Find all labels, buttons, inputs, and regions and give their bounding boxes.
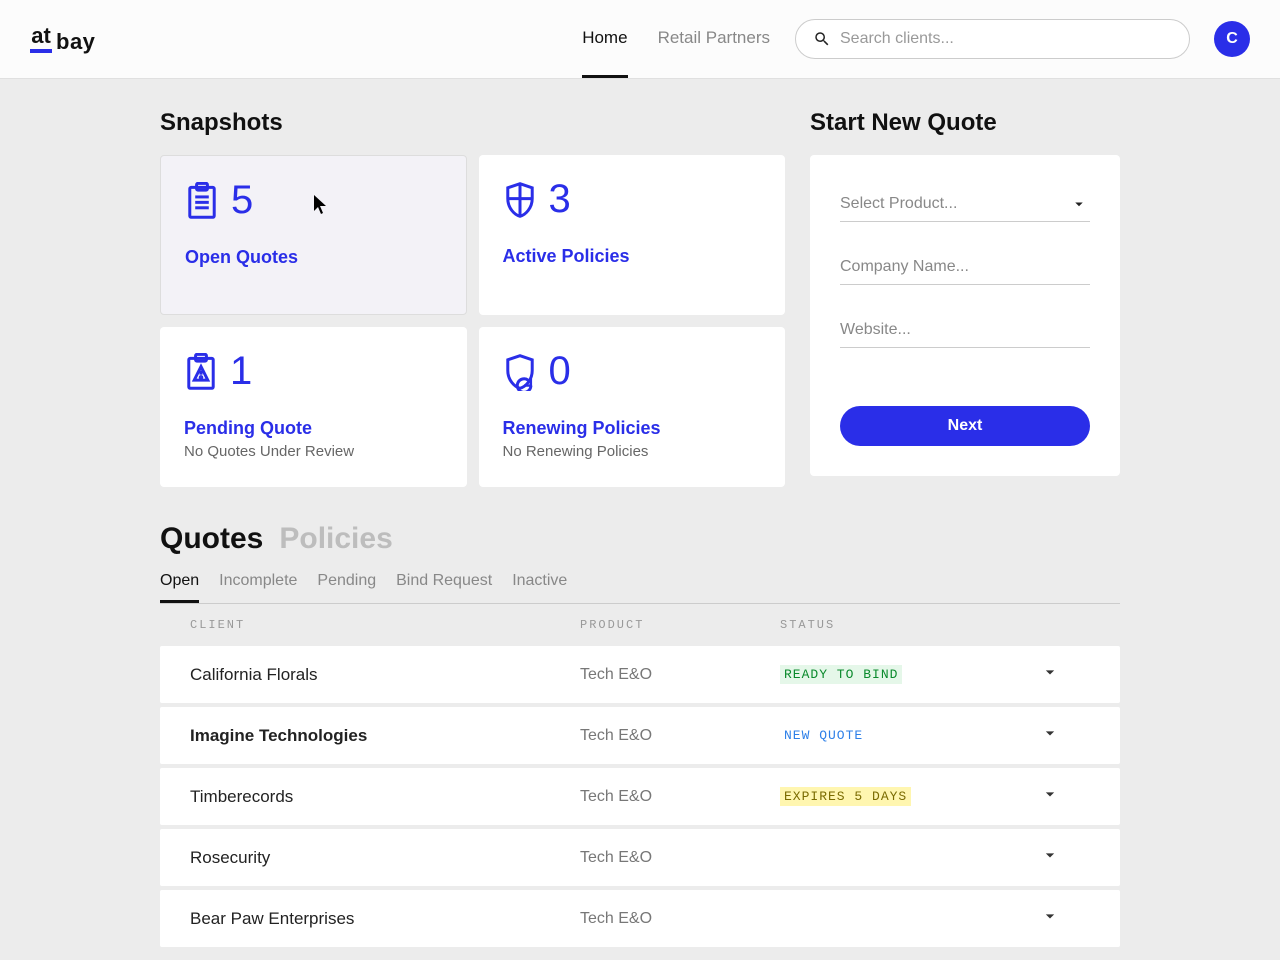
col-client: CLIENT (190, 618, 580, 632)
snapshot-count: 3 (549, 177, 571, 222)
col-product: PRODUCT (580, 618, 780, 632)
cell-status: EXPIRES 5 DAYS (780, 787, 1040, 806)
product-select[interactable] (840, 187, 1090, 222)
cell-client: Timberecords (190, 787, 580, 807)
nav-home[interactable]: Home (582, 1, 627, 78)
status-badge: EXPIRES 5 DAYS (780, 787, 911, 806)
cell-client: Rosecurity (190, 848, 580, 868)
shield-icon (503, 181, 537, 219)
top-header: at bay Home Retail Partners C (0, 0, 1280, 79)
snapshot-open-quotes[interactable]: 5 Open Quotes (160, 155, 467, 315)
expand-row[interactable] (1040, 845, 1090, 870)
search-icon (813, 30, 831, 48)
status-badge: NEW QUOTE (780, 726, 867, 745)
chevron-down-icon (1040, 906, 1060, 926)
quotes-table: CLIENT PRODUCT STATUS California Florals… (160, 604, 1120, 947)
snapshot-label: Open Quotes (185, 247, 442, 268)
website-input[interactable] (840, 313, 1090, 348)
tab-policies[interactable]: Policies (279, 522, 392, 556)
cell-product: Tech E&O (580, 666, 780, 684)
snapshot-count: 1 (230, 349, 252, 394)
snapshot-pending-quote[interactable]: 1 Pending Quote No Quotes Under Review (160, 327, 467, 487)
cell-product: Tech E&O (580, 727, 780, 745)
status-badge: READY TO BIND (780, 665, 902, 684)
table-row[interactable]: Imagine TechnologiesTech E&ONEW QUOTE (160, 707, 1120, 764)
chevron-down-icon (1070, 195, 1088, 213)
main-nav: Home Retail Partners (582, 1, 770, 78)
tab-pending[interactable]: Pending (317, 564, 376, 603)
tab-incomplete[interactable]: Incomplete (219, 564, 297, 603)
chevron-down-icon (1040, 845, 1060, 865)
col-status: STATUS (780, 618, 1040, 632)
tab-bind-request[interactable]: Bind Request (396, 564, 492, 603)
clipboard-alert-icon (184, 353, 218, 391)
table-row[interactable]: California FloralsTech E&OREADY TO BIND (160, 646, 1120, 703)
snapshot-sub: No Renewing Policies (503, 443, 762, 460)
search-input[interactable] (795, 19, 1190, 59)
clipboard-icon (185, 182, 219, 220)
avatar[interactable]: C (1214, 21, 1250, 57)
chevron-down-icon (1040, 784, 1060, 804)
snapshot-count: 5 (231, 178, 253, 223)
cell-client: Bear Paw Enterprises (190, 909, 580, 929)
tab-inactive[interactable]: Inactive (512, 564, 567, 603)
table-header: CLIENT PRODUCT STATUS (160, 604, 1120, 646)
snapshot-label: Pending Quote (184, 418, 443, 439)
chevron-down-icon (1040, 662, 1060, 682)
logo-bar (30, 49, 52, 53)
expand-row[interactable] (1040, 662, 1090, 687)
snapshot-label: Renewing Policies (503, 418, 762, 439)
snapshot-sub: No Quotes Under Review (184, 443, 443, 460)
logo-at-text: at (31, 25, 51, 47)
nav-retail-partners[interactable]: Retail Partners (658, 1, 770, 78)
logo[interactable]: at bay (30, 25, 95, 53)
table-row[interactable]: Bear Paw EnterprisesTech E&O (160, 890, 1120, 947)
major-tabs: Quotes Policies (160, 522, 1120, 556)
chevron-down-icon (1040, 723, 1060, 743)
cell-status: READY TO BIND (780, 665, 1040, 684)
cell-status: NEW QUOTE (780, 726, 1040, 745)
expand-row[interactable] (1040, 784, 1090, 809)
snapshots-grid: 5 Open Quotes 3 Active Policies (160, 155, 785, 487)
snapshot-label: Active Policies (503, 246, 762, 267)
table-row[interactable]: TimberecordsTech E&OEXPIRES 5 DAYS (160, 768, 1120, 825)
search-wrap (795, 19, 1190, 59)
cell-client: Imagine Technologies (190, 726, 580, 746)
snapshot-renewing-policies[interactable]: 0 Renewing Policies No Renewing Policies (479, 327, 786, 487)
new-quote-title: Start New Quote (810, 109, 1120, 137)
logo-bay-text: bay (56, 31, 95, 53)
new-quote-panel: Next (810, 155, 1120, 476)
minor-tabs: Open Incomplete Pending Bind Request Ina… (160, 564, 1120, 604)
expand-row[interactable] (1040, 906, 1090, 931)
tab-quotes[interactable]: Quotes (160, 522, 263, 556)
shield-refresh-icon (503, 353, 537, 391)
expand-row[interactable] (1040, 723, 1090, 748)
cell-product: Tech E&O (580, 910, 780, 928)
next-button[interactable]: Next (840, 406, 1090, 446)
snapshot-active-policies[interactable]: 3 Active Policies (479, 155, 786, 315)
snapshots-title: Snapshots (160, 109, 785, 137)
table-row[interactable]: RosecurityTech E&O (160, 829, 1120, 886)
cell-product: Tech E&O (580, 788, 780, 806)
tab-open[interactable]: Open (160, 564, 199, 603)
company-name-input[interactable] (840, 250, 1090, 285)
cell-product: Tech E&O (580, 849, 780, 867)
cell-client: California Florals (190, 665, 580, 685)
snapshot-count: 0 (549, 349, 571, 394)
